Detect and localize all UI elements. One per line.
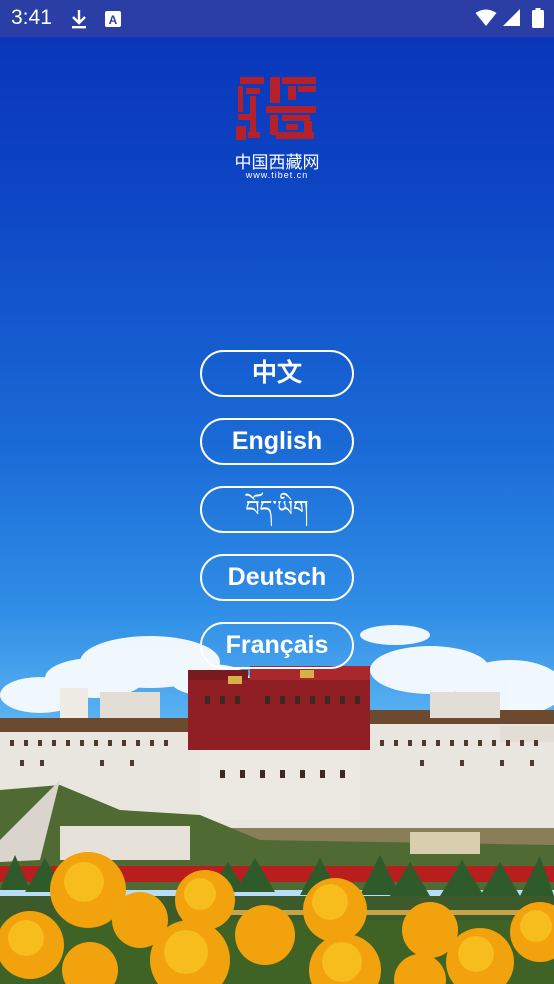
splash-screen: 3:41 A 中国西藏网 www.tibet.cn 中文 English བོད… <box>0 0 554 984</box>
wifi-icon <box>475 9 497 31</box>
status-time: 3:41 <box>11 6 52 29</box>
language-button-english[interactable]: English <box>200 418 354 465</box>
tibet-cn-logo: 中国西藏网 www.tibet.cn <box>226 74 328 184</box>
logo-url-text: www.tibet.cn <box>245 170 309 180</box>
language-button-francais[interactable]: Français <box>200 622 354 669</box>
svg-text:A: A <box>109 13 118 27</box>
language-button-chinese[interactable]: 中文 <box>200 350 354 397</box>
language-button-deutsch[interactable]: Deutsch <box>200 554 354 601</box>
keyboard-a-icon: A <box>104 10 122 32</box>
status-bar: 3:41 A <box>0 0 554 37</box>
language-button-tibetan[interactable]: བོད་ཡིག <box>200 486 354 533</box>
battery-icon <box>532 8 544 32</box>
cellular-signal-icon <box>503 9 521 31</box>
red-palace <box>188 666 370 820</box>
download-icon <box>70 8 88 34</box>
tibet-cn-logo-mark <box>236 77 316 140</box>
